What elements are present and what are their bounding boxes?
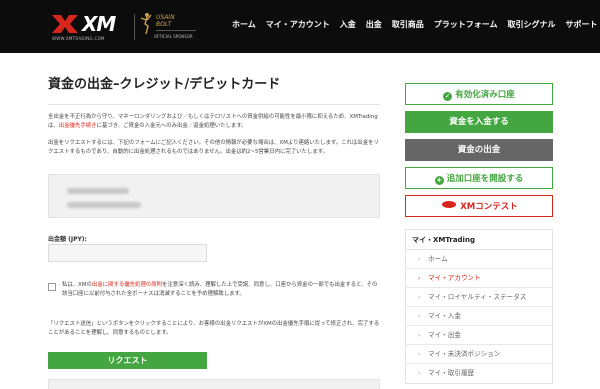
menu-item-label: ホーム — [428, 255, 448, 263]
sponsor-first-name: USAIN — [156, 14, 175, 21]
plus-circle-icon: + — [434, 176, 444, 185]
nav-support[interactable]: サポート — [566, 19, 598, 31]
nav-withdraw[interactable]: 出金 — [366, 19, 382, 31]
page-title: 資金の出金–クレジット/デビットカード — [48, 77, 281, 92]
chevron-right-icon: › — [418, 256, 421, 263]
menu-item-my-account[interactable]: › マイ・アカウント — [406, 269, 552, 288]
menu-item-loyalty-status[interactable]: › マイ・ロイヤルティ・ステータス — [406, 288, 552, 307]
sponsor-last-name: BOLT — [156, 21, 172, 28]
main-nav: ホーム マイ・アカウント 入金 出金 取引商品 プラットフォーム 取引シグナル … — [232, 19, 598, 31]
withdraw-funds-button[interactable]: 資金の出金 — [405, 139, 553, 161]
sponsor-rule — [156, 30, 196, 31]
nav-deposit[interactable]: 入金 — [340, 19, 356, 31]
sponsor-name: USAIN BOLT — [156, 14, 175, 28]
sponsor-tag: OFFICIAL SPONSOR — [154, 34, 193, 39]
chevron-right-icon: › — [418, 370, 421, 377]
site-header: XM WWW.XMTRADING.COM USAIN BOLT OFFICIAL … — [0, 0, 600, 53]
open-additional-account-button[interactable]: + 追加口座を開設する — [405, 167, 553, 189]
deposit-funds-button[interactable]: 資金を入金する — [405, 111, 553, 133]
chevron-right-icon: › — [418, 313, 421, 320]
menu-item-home[interactable]: › ホーム — [406, 250, 552, 269]
nav-instruments[interactable]: 取引商品 — [392, 19, 424, 31]
menu-item-open-positions[interactable]: › マイ・未決済ポジション — [406, 345, 552, 364]
xm-contest-badge-icon — [442, 201, 457, 208]
agreement-text-a: 私は、XMの — [62, 282, 92, 288]
lightning-pose-icon — [140, 13, 152, 35]
menu-item-label: マイ・出金 — [428, 331, 461, 339]
logo-text: XM — [82, 12, 116, 36]
menu-item-label: マイ・アカウント — [428, 274, 481, 282]
menu-item-my-withdrawals[interactable]: › マイ・出金 — [406, 326, 552, 345]
intro-paragraph: 全出金を不正行為から守り、マネーロンダリングおよび／もしくはテロリストへの資金供… — [48, 113, 380, 131]
redacted-line — [67, 188, 129, 194]
validated-account-button[interactable]: ✓ 有効化済み口座 — [405, 83, 553, 105]
header-divider — [134, 14, 135, 40]
main-content: 資金の出金–クレジット/デビットカード 全出金を不正行為から守り、マネーロンダリ… — [48, 76, 380, 389]
logo-subtext: WWW.XMTRADING.COM — [52, 36, 105, 41]
request-button[interactable]: リクエスト — [48, 352, 207, 369]
menu-item-label: マイ・未決済ポジション — [428, 350, 501, 358]
chevron-right-icon: › — [418, 294, 421, 301]
menu-item-label: マイ・ロイヤルティ・ステータス — [428, 293, 527, 301]
nav-platforms[interactable]: プラットフォーム — [434, 19, 498, 31]
xm-contest-button[interactable]: XMコンテスト — [405, 195, 553, 217]
request-paragraph: 出金をリクエストするには、下記のフォームにご記入ください。その他の情報が必要な場… — [48, 140, 379, 155]
xm-logo[interactable]: XM WWW.XMTRADING.COM — [52, 12, 120, 41]
sponsor-badge: USAIN BOLT OFFICIAL SPONSOR — [140, 10, 200, 42]
redacted-line — [67, 202, 141, 208]
title-divider — [48, 104, 380, 105]
amount-label: 出金額 (JPY): — [48, 236, 87, 243]
amount-input[interactable] — [48, 244, 207, 262]
nav-home[interactable]: ホーム — [232, 19, 256, 31]
xm-logo-mark-icon — [52, 15, 78, 33]
chevron-right-icon: › — [418, 275, 421, 282]
check-circle-icon: ✓ — [443, 92, 453, 101]
submit-note: 「リクエスト送信」というボタンをクリックすることにより、お客様の出金リクエストが… — [48, 321, 380, 336]
bottom-info-box — [48, 379, 380, 389]
chevron-right-icon: › — [418, 351, 421, 358]
menu-item-my-deposits[interactable]: › マイ・入金 — [406, 307, 552, 326]
nav-trading-signals[interactable]: 取引シグナル — [508, 19, 556, 31]
intro-text-b: に基づき、ご資金の入金元へのみ出金／返金処理いたします。 — [96, 123, 247, 129]
xm-contest-label: コンテスト — [475, 202, 518, 212]
validated-account-label: 有効化済み口座 — [455, 90, 515, 100]
priority-procedure-link[interactable]: 出金優先手続き — [59, 123, 97, 129]
menu-item-label: マイ・取引履歴 — [428, 369, 475, 377]
menu-item-label: マイ・入金 — [428, 312, 461, 320]
menu-item-trade-history[interactable]: › マイ・取引履歴 — [406, 364, 552, 383]
my-xmtrading-menu: マイ・XMTrading › ホーム › マイ・アカウント › マイ・ロイヤルティ・ス… — [405, 229, 553, 384]
account-info-box — [48, 174, 380, 218]
agreement-text: 私は、XMの出金に関する優先処理の原則を注意深く読み、理解した上で受諾、同意し、… — [62, 281, 380, 299]
menu-heading: マイ・XMTrading — [406, 230, 552, 250]
open-additional-account-label: 追加口座を開設する — [446, 174, 524, 184]
chevron-right-icon: › — [418, 332, 421, 339]
xm-contest-badge-text: XM — [460, 202, 476, 212]
withdrawal-principle-link[interactable]: 出金に関する優先処理の原則 — [92, 282, 162, 288]
nav-my-account[interactable]: マイ・アカウント — [266, 19, 330, 31]
agreement-checkbox[interactable] — [48, 283, 56, 291]
